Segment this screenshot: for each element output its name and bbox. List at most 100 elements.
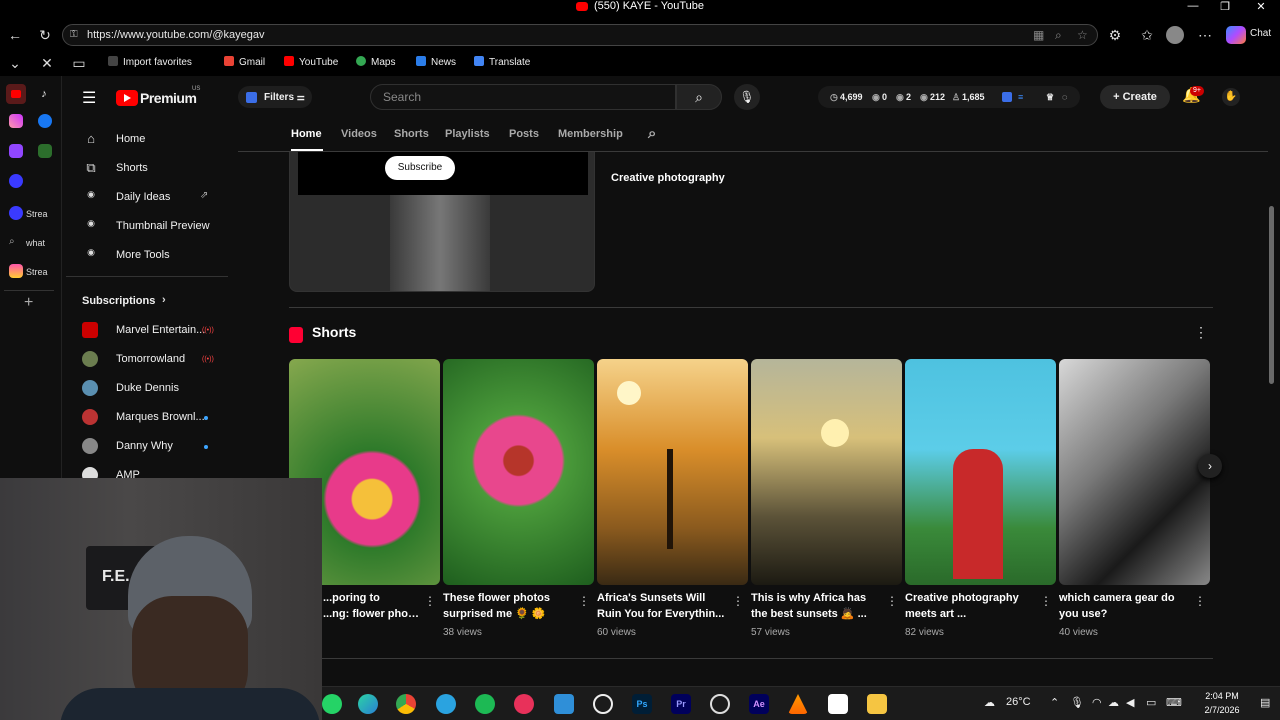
tab-membership[interactable]: Membership (558, 128, 623, 140)
short-more-icon[interactable]: ⋮ (1194, 594, 1206, 608)
restore-icon[interactable]: ❐ (1210, 0, 1240, 14)
account-avatar[interactable]: ✋ (1222, 88, 1240, 106)
filters-button[interactable]: Filters ⚌ (238, 86, 312, 108)
taskbar-clock[interactable]: 2:04 PM 2/7/2026 (1192, 689, 1252, 717)
tab-shorts[interactable]: Shorts (394, 128, 429, 140)
favorite-maps[interactable]: Maps (356, 56, 395, 68)
media-player-icon[interactable] (514, 694, 534, 714)
favorites-icon[interactable]: ✩ (1138, 26, 1156, 44)
short-thumbnail[interactable] (751, 359, 902, 585)
close-icon[interactable]: ✕ (1246, 0, 1276, 14)
minimize-icon[interactable]: — (1178, 0, 1208, 14)
tab-actions-icon[interactable]: ⌄ (6, 54, 24, 72)
search-button[interactable]: ⌕ (676, 84, 722, 110)
kick-icon[interactable] (38, 144, 52, 158)
microphone-tray-icon[interactable]: 🎙 (1070, 696, 1084, 709)
featured-video-thumbnail[interactable]: Subscribe (289, 152, 595, 292)
chrome-icon[interactable] (396, 694, 416, 714)
zoom-icon[interactable]: ⌕ (1055, 28, 1062, 43)
photoshop-icon[interactable]: Ps (632, 694, 652, 714)
facebook-icon[interactable] (38, 114, 52, 128)
favorite-star-icon[interactable]: ☆ (1077, 28, 1088, 42)
spotify-icon[interactable] (475, 694, 495, 714)
short-title[interactable]: Creative photography meets art ... (905, 590, 1035, 622)
hamburger-menu-icon[interactable]: ☰ (82, 88, 96, 108)
settings-more-icon[interactable]: ⋯ (1196, 26, 1214, 44)
youtube-logo-icon[interactable] (116, 90, 138, 106)
short-thumbnail[interactable] (1059, 359, 1210, 585)
create-button[interactable]: + Create (1100, 85, 1170, 109)
vidiq-stats-bar[interactable]: ◷ 4,699 ◉ 0 ◉ 2 ◉ 212 ♙ 1,685 ≡ ♕ ◌ (818, 86, 1080, 108)
subscribe-button[interactable]: Subscribe (385, 156, 455, 180)
favorite-news[interactable]: News (416, 56, 456, 68)
address-bar[interactable]: ⚿ https://www.youtube.com/@kayegav ▦ ⌕ ☆ (62, 24, 1098, 46)
short-title[interactable]: which camera gear do you use? (1059, 590, 1189, 622)
wifi-icon[interactable]: ◠ (1092, 696, 1102, 709)
tab-videos[interactable]: Videos (341, 128, 377, 140)
streamlabs-icon[interactable] (9, 174, 23, 188)
trophy-icon[interactable]: ♕ (1046, 86, 1054, 108)
favorite-import[interactable]: Import favorites (108, 56, 192, 68)
refresh-icon[interactable]: ↻ (36, 26, 54, 44)
file-explorer-icon[interactable] (867, 694, 887, 714)
tab-playlists[interactable]: Playlists (445, 128, 490, 140)
telegram-icon[interactable] (436, 694, 456, 714)
channel-search-icon[interactable]: ⌕ (648, 125, 656, 142)
tab-stream-label[interactable]: Strea (26, 209, 48, 219)
keyboard-icon[interactable]: ⌨ (1166, 696, 1182, 709)
collections-icon[interactable]: ▭ (70, 54, 88, 72)
network-icon[interactable]: ☁ (1108, 696, 1119, 709)
file-transfer-icon[interactable] (554, 694, 574, 714)
short-thumbnail[interactable] (597, 359, 748, 585)
extensions-icon[interactable]: ⚙ (1106, 26, 1124, 44)
tab-youtube-active[interactable] (6, 84, 26, 104)
scrollbar-thumb[interactable] (1269, 206, 1274, 384)
shorts-next-button[interactable]: › (1198, 454, 1222, 478)
short-more-icon[interactable]: ⋮ (886, 594, 898, 608)
short-thumbnail[interactable] (905, 359, 1056, 585)
short-title[interactable]: Africa's Sunsets Will Ruin You for Everyt… (597, 590, 727, 622)
vlc-icon[interactable] (788, 694, 808, 714)
favorite-gmail[interactable]: Gmail (224, 56, 265, 68)
obs-icon[interactable] (710, 694, 730, 714)
vidiq-icon[interactable] (1002, 92, 1012, 102)
profile-avatar[interactable] (1166, 26, 1184, 44)
new-tab-icon[interactable]: + (24, 294, 33, 312)
short-title[interactable]: These flower photos surprised me 🌻 🌼 (443, 590, 573, 622)
favorite-translate[interactable]: Translate (474, 56, 530, 68)
section-more-icon[interactable]: ⋮ (1194, 324, 1208, 341)
tab-home[interactable]: Home (291, 128, 322, 140)
list-icon[interactable]: ≡ (1018, 86, 1023, 108)
tray-overflow-icon[interactable]: ⌃ (1050, 696, 1059, 709)
chatgpt-icon[interactable] (593, 694, 613, 714)
battery-icon[interactable]: ▭ (1146, 696, 1156, 709)
chat-icon[interactable]: ◌ (1062, 86, 1067, 108)
search-input[interactable]: Search (370, 84, 676, 110)
whatsapp-icon[interactable] (322, 694, 342, 714)
temperature-text[interactable]: 26°C (1006, 696, 1031, 708)
tab-posts[interactable]: Posts (509, 128, 539, 140)
short-more-icon[interactable]: ⋮ (424, 594, 436, 608)
volume-icon[interactable]: ◀ (1126, 696, 1134, 709)
tiktok-icon[interactable]: ♪ (34, 84, 54, 104)
back-icon[interactable]: ← (6, 26, 24, 44)
short-more-icon[interactable]: ⋮ (578, 594, 590, 608)
instagram-icon[interactable] (9, 114, 23, 128)
short-more-icon[interactable]: ⋮ (732, 594, 744, 608)
site-info-icon[interactable]: ⚿ (70, 29, 78, 40)
premiere-icon[interactable]: Pr (671, 694, 691, 714)
after-effects-icon[interactable]: Ae (749, 694, 769, 714)
sidebar-toggle-icon[interactable]: ✕ (38, 54, 56, 72)
favorite-youtube[interactable]: YouTube (284, 56, 338, 68)
tab-stream2-label[interactable]: Strea (26, 267, 48, 277)
short-thumbnail[interactable] (443, 359, 594, 585)
notification-center-icon[interactable]: ▤ (1260, 696, 1270, 709)
short-title[interactable]: This is why Africa has the best sunsets 🙇… (751, 590, 881, 622)
app-available-icon[interactable]: ▦ (1033, 28, 1044, 42)
twitch-icon[interactable] (9, 144, 23, 158)
short-more-icon[interactable]: ⋮ (1040, 594, 1052, 608)
shorts-section-title[interactable]: Shorts (312, 324, 356, 340)
weather-icon[interactable]: ☁ (984, 696, 995, 709)
page-scrollbar[interactable] (1268, 150, 1276, 670)
copilot-icon[interactable] (1226, 26, 1246, 44)
